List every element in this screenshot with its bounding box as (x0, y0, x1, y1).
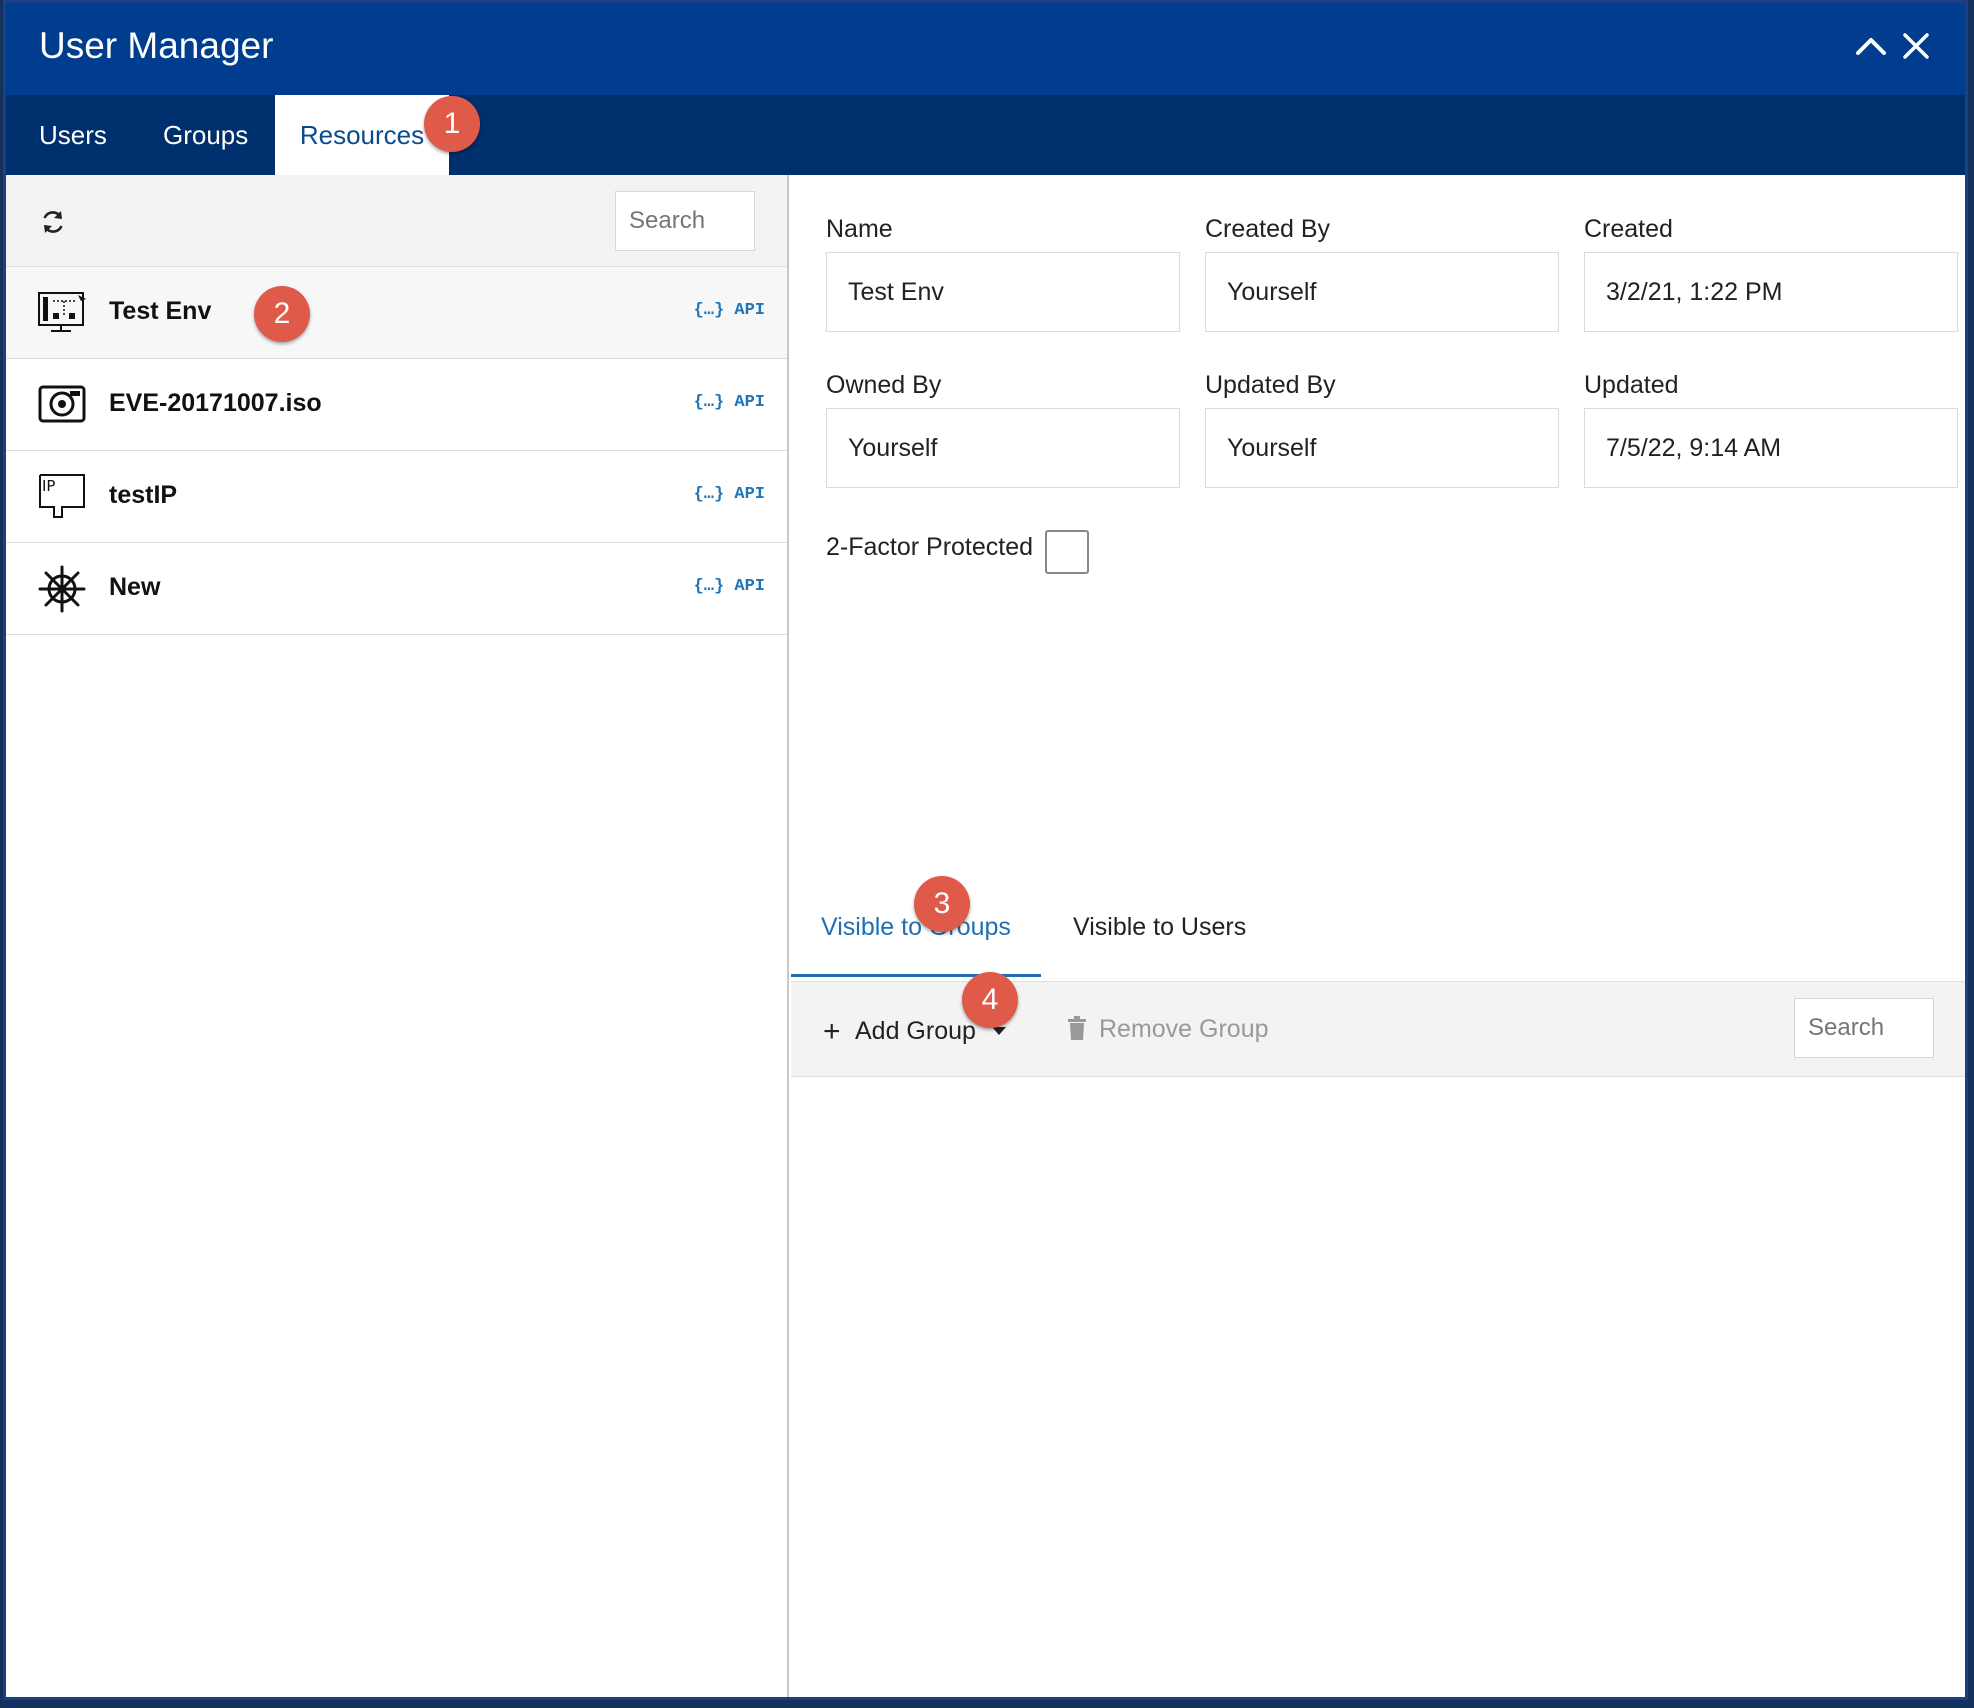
plus-icon: + (823, 1015, 841, 1048)
created-by-label: Created By (1205, 215, 1331, 243)
api-link[interactable]: {…} API (694, 301, 765, 320)
updated-field: 7/5/22, 9:14 AM (1584, 408, 1958, 488)
window-title: User Manager (39, 25, 274, 66)
api-link[interactable]: {…} API (694, 485, 765, 504)
annotation-badge-2: 2 (254, 286, 310, 342)
resource-search-input[interactable] (615, 191, 755, 251)
ip-icon: IP (36, 471, 88, 523)
user-manager-window: User Manager Users Groups Resources 1 Se… (3, 0, 1968, 1700)
helm-icon (36, 563, 88, 615)
resource-name: testIP (109, 481, 178, 509)
close-icon[interactable] (1893, 23, 1939, 69)
created-by-field: Yourself (1205, 252, 1559, 332)
list-item[interactable]: Test Env {…} API (6, 267, 787, 359)
environment-icon (36, 287, 88, 339)
resource-name: EVE-20171007.iso (109, 389, 322, 417)
tab-visible-to-groups[interactable]: Visible to Groups (791, 913, 1041, 977)
remove-group-button[interactable]: Remove Group (1067, 1015, 1269, 1044)
tab-resources[interactable]: Resources (275, 95, 449, 175)
list-item[interactable]: New {…} API (6, 543, 787, 635)
caret-down-icon[interactable] (991, 1027, 1006, 1035)
owned-by-label: Owned By (826, 371, 942, 399)
annotation-badge-3: 3 (914, 876, 970, 932)
resource-list-toolbar (6, 175, 787, 267)
resource-list: Test Env {…} API EVE-20171007.iso {…} AP… (6, 267, 787, 635)
title-bar: User Manager (6, 3, 1965, 95)
tab-groups[interactable]: Groups (163, 95, 248, 175)
two-factor-label: 2-Factor Protected (826, 533, 1034, 561)
api-link[interactable]: {…} API (694, 577, 765, 596)
chevron-up-icon[interactable] (1848, 23, 1894, 69)
annotation-badge-1: 1 (424, 96, 480, 152)
resource-details-panel: Name Test Env Created By Yourself Create… (791, 175, 1965, 1697)
list-item[interactable]: EVE-20171007.iso {…} API (6, 359, 787, 451)
disk-image-icon (36, 379, 88, 431)
annotation-badge-4: 4 (962, 972, 1018, 1028)
group-search-input[interactable] (1794, 998, 1934, 1058)
list-item[interactable]: IP testIP {…} API (6, 451, 787, 543)
two-factor-checkbox[interactable] (1045, 530, 1089, 574)
created-label: Created (1584, 215, 1673, 243)
name-label: Name (826, 215, 893, 243)
refresh-icon[interactable] (39, 208, 67, 236)
tab-users[interactable]: Users (39, 95, 107, 175)
tab-visible-to-users[interactable]: Visible to Users (1073, 913, 1246, 977)
resource-name: New (109, 573, 161, 601)
resource-list-panel: Test Env {…} API EVE-20171007.iso {…} AP… (6, 175, 789, 1697)
updated-by-label: Updated By (1205, 371, 1336, 399)
svg-text:IP: IP (42, 477, 55, 495)
updated-label: Updated (1584, 371, 1679, 399)
remove-group-label: Remove Group (1099, 1015, 1269, 1043)
resource-name: Test Env (109, 297, 212, 325)
trash-icon (1068, 1016, 1086, 1040)
owned-by-field[interactable]: Yourself (826, 408, 1180, 488)
name-field[interactable]: Test Env (826, 252, 1180, 332)
created-field: 3/2/21, 1:22 PM (1584, 252, 1958, 332)
main-tab-bar: Users Groups Resources (6, 95, 1965, 175)
api-link[interactable]: {…} API (694, 393, 765, 412)
add-group-label: Add Group (855, 1017, 976, 1045)
updated-by-field: Yourself (1205, 408, 1559, 488)
